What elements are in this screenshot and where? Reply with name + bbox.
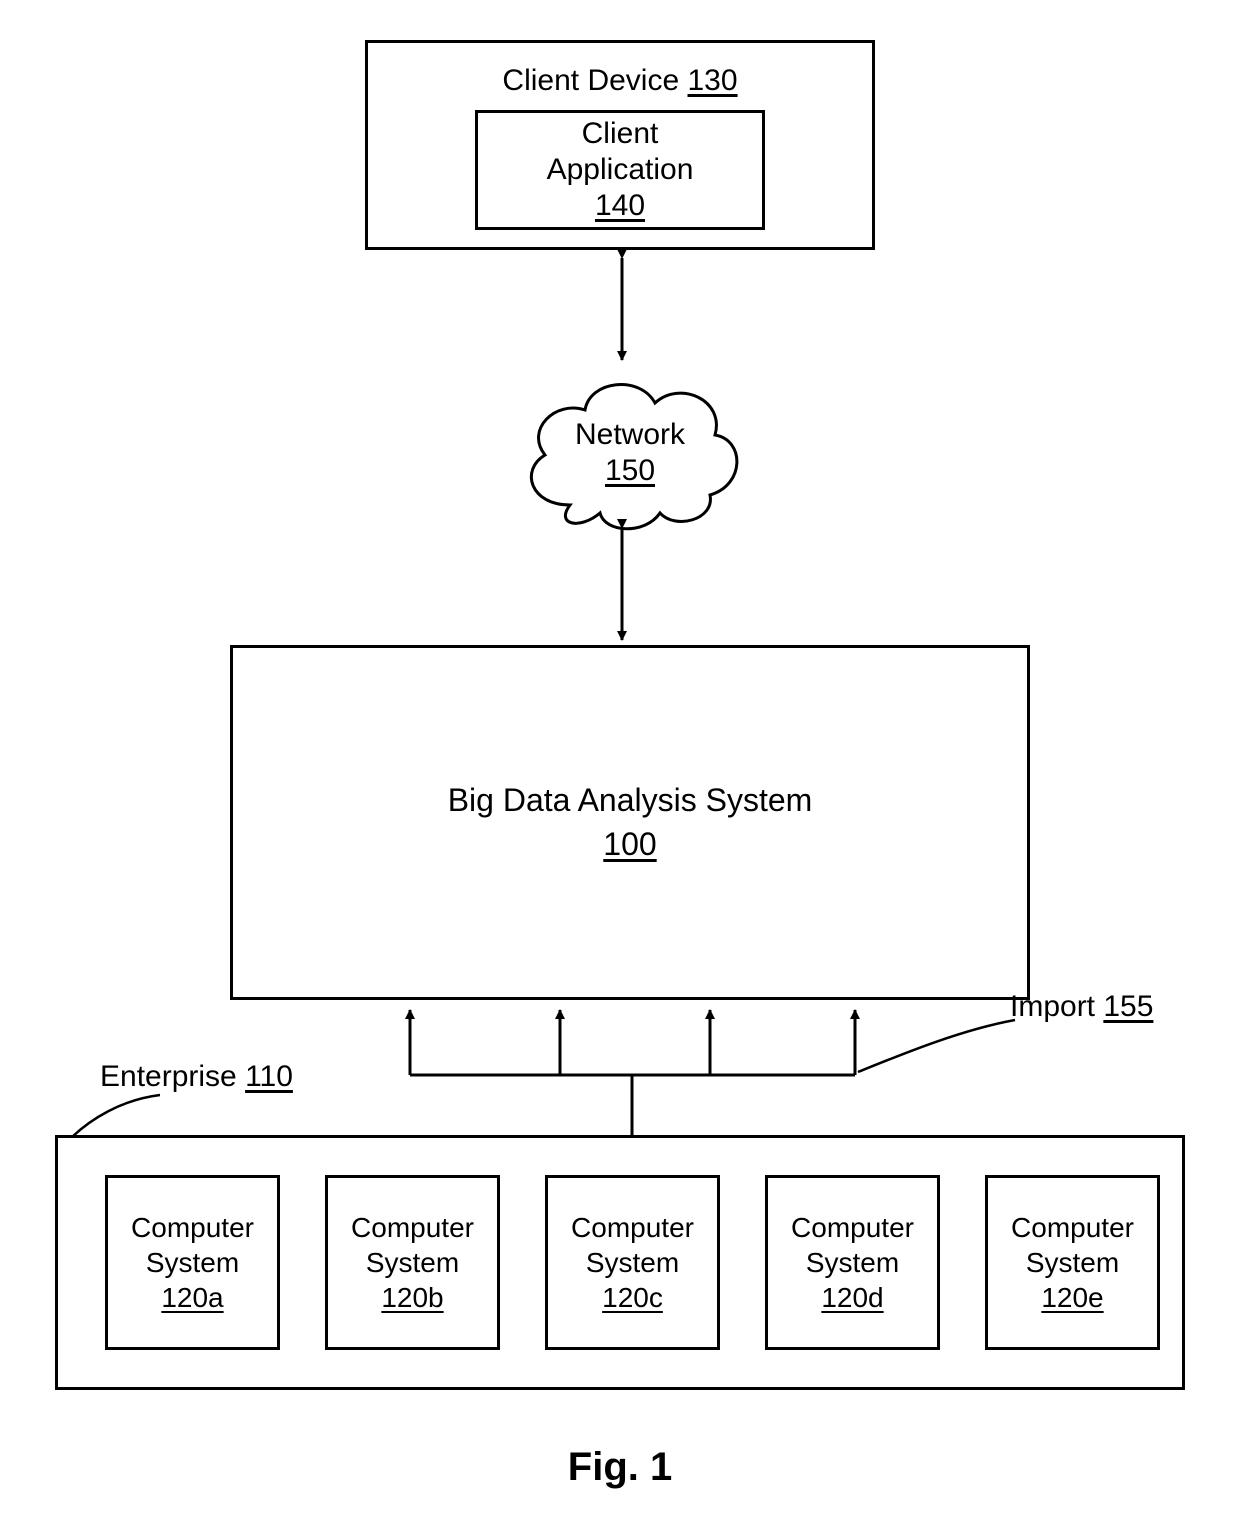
enterprise-callout: Enterprise 110: [100, 1060, 293, 1094]
import-label: Import: [1010, 990, 1103, 1023]
diagram-canvas: Client Device 130 Client Application 140…: [0, 0, 1240, 1528]
import-num: 155: [1103, 990, 1153, 1023]
enterprise-label: Enterprise: [100, 1060, 245, 1093]
figure-caption: Fig. 1: [0, 1445, 1240, 1490]
enterprise-callout-line: [72, 1095, 160, 1137]
import-callout: Import 155: [1010, 990, 1153, 1024]
enterprise-num: 110: [245, 1060, 293, 1093]
import-callout-line: [858, 1020, 1015, 1072]
connectors: [0, 0, 1240, 1528]
